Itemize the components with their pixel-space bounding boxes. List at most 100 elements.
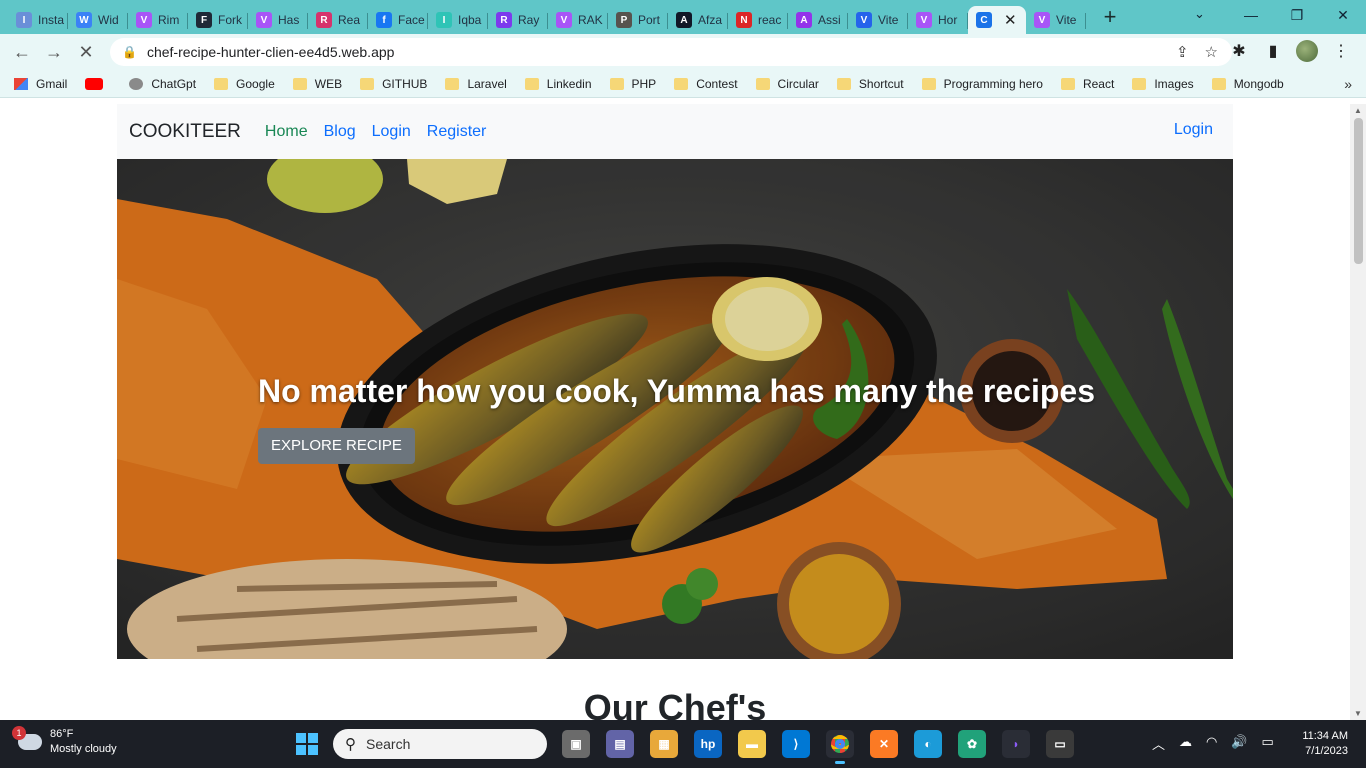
bookmark-item[interactable]: PHP xyxy=(609,77,656,91)
bookmark-label: Programming hero xyxy=(943,76,1043,91)
nav-home-link[interactable]: Home xyxy=(265,123,308,141)
bookmark-item[interactable]: Google xyxy=(214,77,275,91)
page-scrollbar[interactable]: ▲ ▼ xyxy=(1350,104,1366,720)
volume-icon[interactable]: 🔊 xyxy=(1231,734,1247,753)
windows-start-icon[interactable] xyxy=(296,733,318,755)
browser-tab[interactable]: I Iqba xyxy=(428,6,488,34)
terminal-icon[interactable]: ▭ xyxy=(1046,730,1074,758)
taskbar-search-input[interactable]: ⚲ Search xyxy=(333,729,547,759)
file-explorer-icon[interactable]: ▬ xyxy=(738,730,766,758)
onedrive-icon[interactable]: ☁ xyxy=(1179,734,1192,753)
bookmark-label: GITHUB xyxy=(382,76,428,91)
folder-icon xyxy=(609,77,624,90)
vscode-icon[interactable]: ⟩ xyxy=(782,730,810,758)
url-text[interactable]: chef-recipe-hunter-clien-ee4d5.web.app xyxy=(147,44,394,60)
wifi-icon[interactable]: ◠ xyxy=(1206,734,1217,753)
bookmark-item[interactable]: ChatGpt xyxy=(129,77,196,91)
bookmark-item[interactable]: Shortcut xyxy=(836,76,904,91)
xampp-icon[interactable]: ✕ xyxy=(870,730,898,758)
tray-overflow-icon[interactable]: ︿ xyxy=(1152,734,1165,753)
browser-tab[interactable]: P Port xyxy=(608,6,668,34)
browser-tab[interactable]: I Insta xyxy=(8,6,68,34)
battery-icon[interactable]: ▭ xyxy=(1262,734,1274,753)
bookmark-item[interactable]: Gmail xyxy=(14,77,67,91)
close-tab-icon[interactable]: ✕ xyxy=(1004,11,1017,29)
tab-favicon-icon: F xyxy=(196,12,212,28)
browser-tab[interactable]: V Hor xyxy=(908,6,968,34)
system-clock[interactable]: 11:34 AM 7/1/2023 xyxy=(1302,729,1348,759)
chrome-icon[interactable] xyxy=(826,730,854,764)
browser-tab[interactable]: A Assi xyxy=(788,6,848,34)
tab-label: Insta xyxy=(38,13,65,27)
bookmark-item[interactable]: Linkedin xyxy=(524,76,592,91)
stop-loading-icon[interactable]: ✕ xyxy=(70,42,102,63)
browser-tab[interactable]: W Wid xyxy=(68,6,128,34)
browser-tab[interactable]: V Has xyxy=(248,6,308,34)
hp-app-icon[interactable]: hp xyxy=(694,730,722,758)
folder-icon xyxy=(1060,77,1075,90)
forward-icon[interactable]: → xyxy=(38,42,70,63)
chatgpt-app-icon[interactable]: ✿ xyxy=(958,730,986,758)
close-window-icon[interactable]: ✕ xyxy=(1320,0,1366,30)
menu-icon[interactable]: ⋮ xyxy=(1330,41,1352,61)
minimize-icon[interactable]: — xyxy=(1228,0,1274,30)
browser-tab[interactable]: F Fork xyxy=(188,6,248,34)
teams-chat-icon[interactable]: ▤ xyxy=(606,730,634,758)
bookmark-label: WEB xyxy=(314,76,343,91)
address-bar[interactable]: 🔒 chef-recipe-hunter-clien-ee4d5.web.app… xyxy=(110,38,1232,66)
explore-recipe-button[interactable]: EXPLORE RECIPE xyxy=(258,428,415,464)
bookmark-item[interactable] xyxy=(85,77,111,90)
tab-search-icon[interactable]: ⌄ xyxy=(1194,6,1205,22)
bookmark-item[interactable]: Images xyxy=(1132,77,1194,91)
bookmark-label: Linkedin xyxy=(546,76,592,91)
mysql-workbench-icon[interactable]: ◐ xyxy=(914,730,942,758)
browser-tab[interactable]: f Face xyxy=(368,6,428,34)
bookmark-item[interactable]: React xyxy=(1060,77,1114,91)
scroll-up-icon[interactable]: ▲ xyxy=(1354,106,1362,115)
browser-tab[interactable]: V Vite xyxy=(1026,6,1086,34)
share-icon[interactable]: ⇪ xyxy=(1176,43,1189,61)
hero-banner: No matter how you cook, Yumma has many t… xyxy=(117,159,1233,659)
bookmark-item[interactable]: Contest xyxy=(674,77,738,91)
browser-tab[interactable]: V Vite xyxy=(848,6,908,34)
task-view-icon[interactable]: ▣ xyxy=(562,730,590,758)
bookmark-item[interactable]: Mongodb xyxy=(1211,77,1284,91)
bookmark-item[interactable]: GITHUB xyxy=(360,77,427,91)
browser-tab[interactable]: V Rim xyxy=(128,6,188,34)
more-bookmarks-icon[interactable]: » xyxy=(1344,76,1352,92)
nav-blog-link[interactable]: Blog xyxy=(324,123,356,141)
tab-favicon-icon: I xyxy=(16,12,32,28)
extensions-icon[interactable]: ✱ xyxy=(1228,41,1250,61)
nav-login-right-link[interactable]: Login xyxy=(1174,121,1213,139)
scrollbar-thumb[interactable] xyxy=(1354,118,1363,264)
restore-icon[interactable]: ❐ xyxy=(1274,0,1320,30)
lock-icon[interactable]: 🔒 xyxy=(122,45,137,59)
browser-tab[interactable]: R Ray xyxy=(488,6,548,34)
nav-login-link[interactable]: Login xyxy=(372,123,411,141)
bookmark-item[interactable]: Circular xyxy=(755,77,819,91)
bookmark-label: Shortcut xyxy=(858,76,904,91)
browser-tab[interactable]: Nreac xyxy=(728,6,788,34)
new-tab-button[interactable]: + xyxy=(1096,4,1124,30)
bookmark-item[interactable]: Programming hero xyxy=(921,76,1043,91)
bookmark-label: Google xyxy=(236,76,275,91)
back-icon[interactable]: ← xyxy=(6,42,38,63)
microsoft-store-icon[interactable]: ▦ xyxy=(650,730,678,758)
weather-widget[interactable]: 1 86°F Mostly cloudy xyxy=(12,726,117,757)
visual-studio-icon[interactable]: ◗ xyxy=(1002,730,1030,758)
browser-tab[interactable]: V RAK xyxy=(548,6,608,34)
profile-avatar[interactable] xyxy=(1296,40,1318,62)
bookmark-star-icon[interactable]: ☆ xyxy=(1205,43,1218,61)
folder-icon xyxy=(755,77,770,90)
browser-tab[interactable]: A Afza xyxy=(668,6,728,34)
tab-favicon-icon: f xyxy=(376,12,392,28)
tab-active[interactable]: C ✕ xyxy=(968,6,1026,34)
tab-favicon-icon: R xyxy=(316,12,332,28)
bookmark-item[interactable]: WEB xyxy=(292,76,343,91)
browser-tab[interactable]: R Rea xyxy=(308,6,368,34)
scroll-down-icon[interactable]: ▼ xyxy=(1354,709,1362,718)
site-brand[interactable]: COOKITEER xyxy=(129,121,241,143)
bookmark-item[interactable]: Laravel xyxy=(445,77,507,91)
nav-register-link[interactable]: Register xyxy=(427,123,487,141)
side-panel-icon[interactable]: ▮ xyxy=(1262,41,1284,61)
